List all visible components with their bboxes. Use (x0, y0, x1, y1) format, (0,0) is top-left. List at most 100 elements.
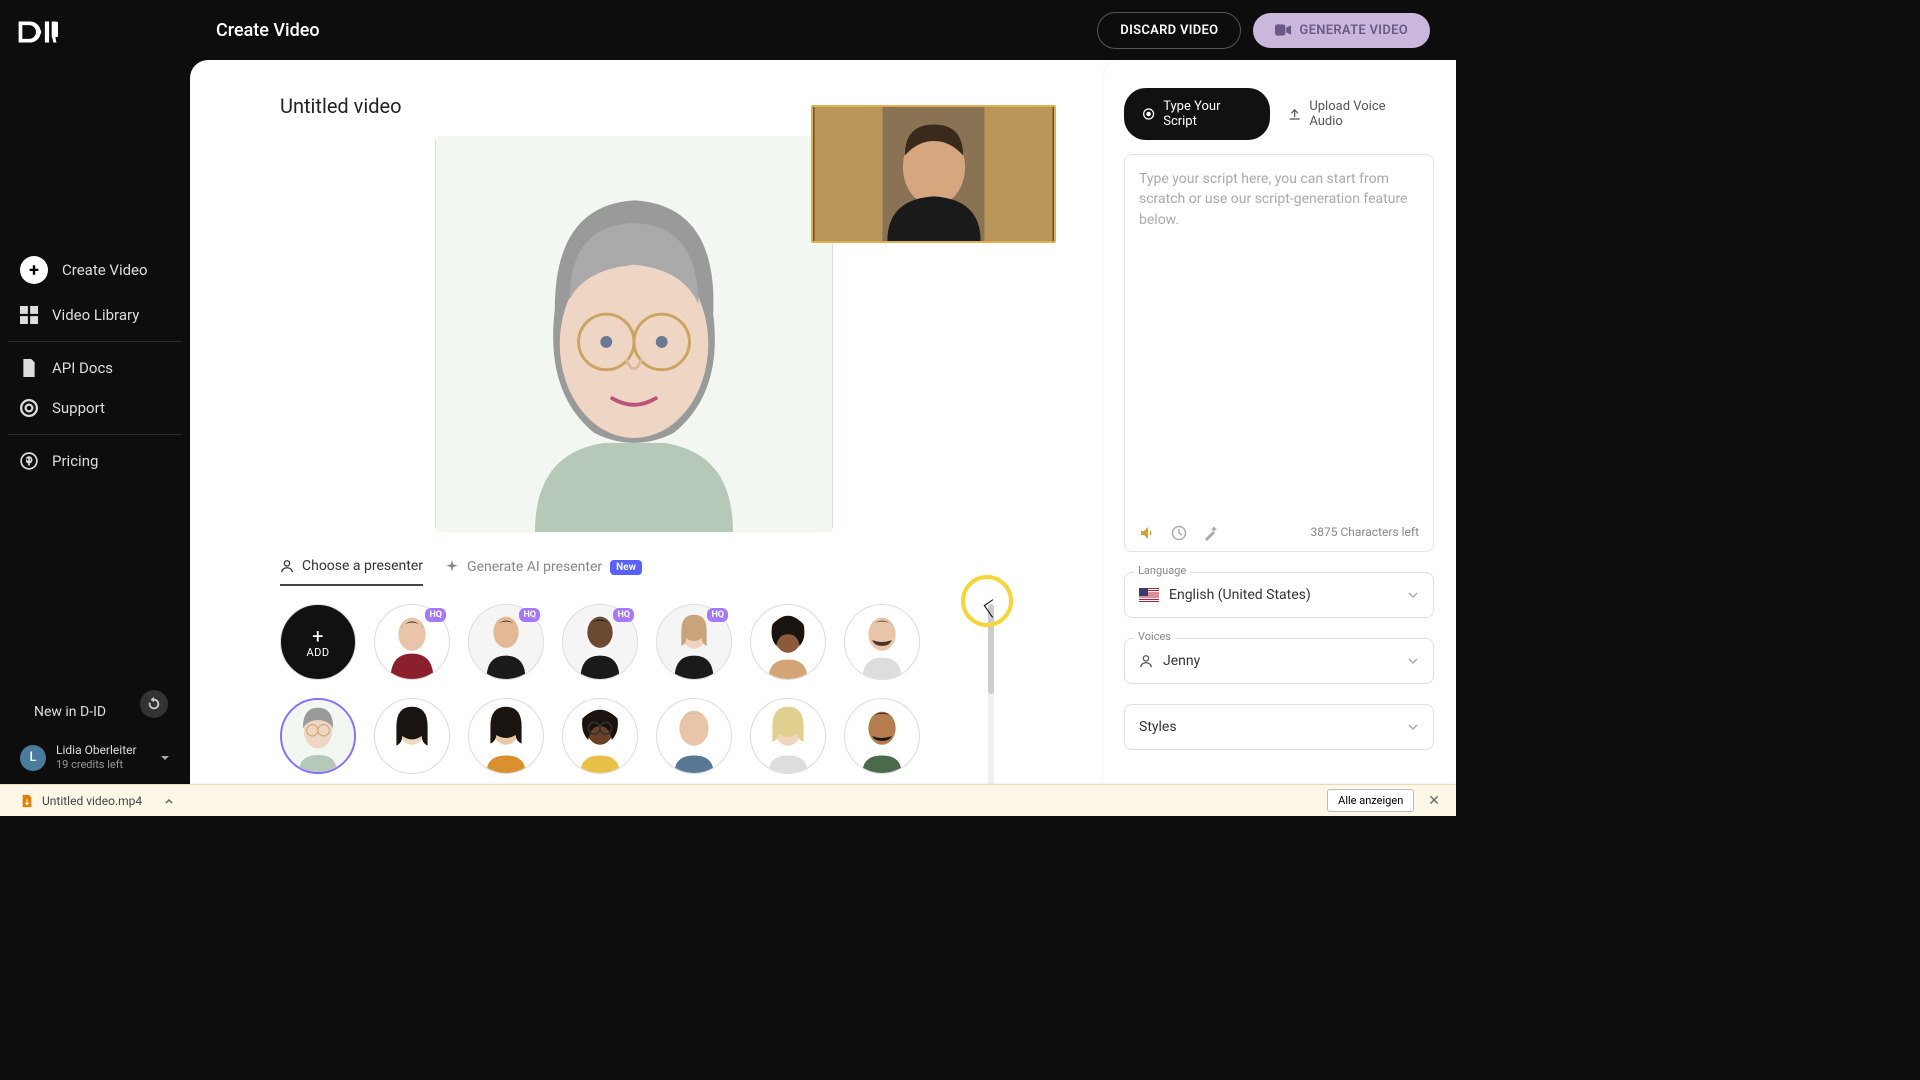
preview-row (280, 136, 1064, 532)
redo-icon (147, 697, 161, 711)
hq-badge: HQ (519, 608, 540, 622)
language-select[interactable]: Language English (United States) (1124, 572, 1434, 618)
document-icon (20, 359, 38, 377)
pause-button[interactable] (1171, 525, 1187, 541)
target-icon (1142, 107, 1155, 121)
select-label: Language (1134, 564, 1190, 577)
script-tabs: Type Your Script Upload Voice Audio (1124, 88, 1434, 140)
presenter-scrollbar[interactable] (988, 604, 994, 790)
nav-divider (8, 434, 182, 435)
tab-label: Choose a presenter (302, 558, 423, 574)
sidebar-item-label: API Docs (52, 359, 113, 377)
add-presenter-tile[interactable]: + ADD (280, 604, 356, 680)
select-value: English (United States) (1169, 587, 1311, 603)
presenter-tile[interactable]: HQ (468, 604, 544, 680)
main: Untitled video (190, 60, 1456, 784)
presenter-tile[interactable] (750, 698, 826, 774)
file-icon (20, 794, 34, 808)
tab-label: Upload Voice Audio (1309, 99, 1416, 129)
sidebar-item-label: Video Library (52, 306, 139, 324)
video-camera-icon (1275, 24, 1291, 36)
tab-generate-ai-presenter[interactable]: Generate AI presenter New (445, 559, 642, 585)
script-panel: Type Your Script Upload Voice Audio Type… (1104, 60, 1456, 784)
user-info: Lidia Oberleiter 19 credits left (56, 743, 150, 772)
presenter-tile[interactable]: HQ (374, 604, 450, 680)
chevron-up-icon (164, 796, 174, 806)
chevron-down-icon (1407, 721, 1419, 733)
chevron-down-icon (160, 753, 170, 763)
us-flag-icon (1139, 588, 1159, 602)
voices-select[interactable]: Voices Jenny (1124, 638, 1434, 684)
plus-icon: + (20, 256, 48, 284)
script-textarea[interactable]: Type your script here, you can start fro… (1124, 154, 1434, 552)
select-label: Voices (1134, 630, 1175, 643)
presenter-tile[interactable] (844, 698, 920, 774)
download-filename: Untitled video.mp4 (42, 794, 142, 808)
sidebar-item-api-docs[interactable]: API Docs (0, 348, 190, 388)
editor-area: Untitled video (190, 60, 1104, 784)
add-label: ADD (306, 646, 329, 659)
new-in-label: New in D-ID (34, 704, 106, 720)
presenter-tile[interactable] (750, 604, 826, 680)
sidebar-item-label: Create Video (62, 261, 148, 279)
nav-divider (8, 341, 182, 342)
user-name: Lidia Oberleiter (56, 743, 150, 758)
hq-badge: HQ (707, 608, 728, 622)
presenter-tile[interactable] (656, 698, 732, 774)
presenter-preview[interactable] (435, 136, 833, 532)
sidebar-item-label: Pricing (52, 452, 98, 470)
hq-badge: HQ (613, 608, 634, 622)
generate-video-button[interactable]: GENERATE VIDEO (1253, 13, 1430, 48)
listen-button[interactable] (1139, 525, 1155, 541)
select-value: Jenny (1163, 653, 1200, 669)
tab-label: Type Your Script (1163, 99, 1252, 129)
speaker-icon (1139, 525, 1155, 541)
presenter-image (435, 136, 833, 532)
sidebar-item-video-library[interactable]: Video Library (0, 295, 190, 335)
presenter-tile[interactable] (562, 698, 638, 774)
header: Create Video DISCARD VIDEO GENERATE VIDE… (190, 0, 1456, 60)
webcam-preview[interactable] (811, 105, 1056, 243)
presenter-tile[interactable]: HQ (656, 604, 732, 680)
grid-icon (20, 306, 38, 324)
download-bar: Untitled video.mp4 Alle anzeigen ✕ (0, 784, 1456, 816)
page-title: Create Video (216, 20, 320, 41)
user-row[interactable]: L Lidia Oberleiter 19 credits left (0, 731, 190, 784)
button-label: DISCARD VIDEO (1120, 23, 1218, 38)
d-id-logo-icon (16, 18, 58, 46)
hq-badge: HQ (425, 608, 446, 622)
select-value: Styles (1139, 719, 1177, 735)
tab-choose-presenter[interactable]: Choose a presenter (280, 558, 423, 586)
button-label: Alle anzeigen (1338, 794, 1403, 807)
presenter-tile[interactable]: HQ (562, 604, 638, 680)
download-item[interactable]: Untitled video.mp4 (12, 790, 182, 812)
magic-wand-icon (1203, 525, 1219, 541)
tab-upload-audio[interactable]: Upload Voice Audio (1270, 88, 1434, 140)
script-tools (1139, 525, 1219, 541)
discard-video-button[interactable]: DISCARD VIDEO (1097, 12, 1241, 49)
user-credits: 19 credits left (56, 758, 150, 772)
presenter-grid: + ADD HQ HQ HQ HQ (280, 604, 980, 774)
styles-select[interactable]: Styles (1124, 704, 1434, 750)
sidebar-item-pricing[interactable]: Pricing (0, 441, 190, 481)
tab-type-script[interactable]: Type Your Script (1124, 88, 1270, 140)
presenter-tile[interactable] (844, 604, 920, 680)
tour-button[interactable] (140, 690, 168, 718)
ai-sparkle-icon (445, 560, 459, 574)
sidebar-item-create-video[interactable]: + Create Video (0, 245, 190, 295)
chevron-down-icon (1407, 655, 1419, 667)
sidebar: + Create Video Video Library API Docs Su… (0, 0, 190, 784)
presenter-tile[interactable] (468, 698, 544, 774)
character-count: 3875 Characters left (1311, 525, 1419, 539)
presenter-tile-selected[interactable] (280, 698, 356, 774)
ai-generate-button[interactable] (1203, 525, 1219, 541)
script-placeholder: Type your script here, you can start fro… (1139, 169, 1419, 230)
presenter-tile[interactable] (374, 698, 450, 774)
close-download-bar-button[interactable]: ✕ (1424, 789, 1444, 813)
dollar-icon (20, 452, 38, 470)
show-all-downloads-button[interactable]: Alle anzeigen (1327, 789, 1414, 812)
avatar: L (20, 745, 46, 771)
tab-label: Generate AI presenter (467, 559, 602, 575)
logo[interactable] (0, 0, 190, 70)
sidebar-item-support[interactable]: Support (0, 388, 190, 428)
